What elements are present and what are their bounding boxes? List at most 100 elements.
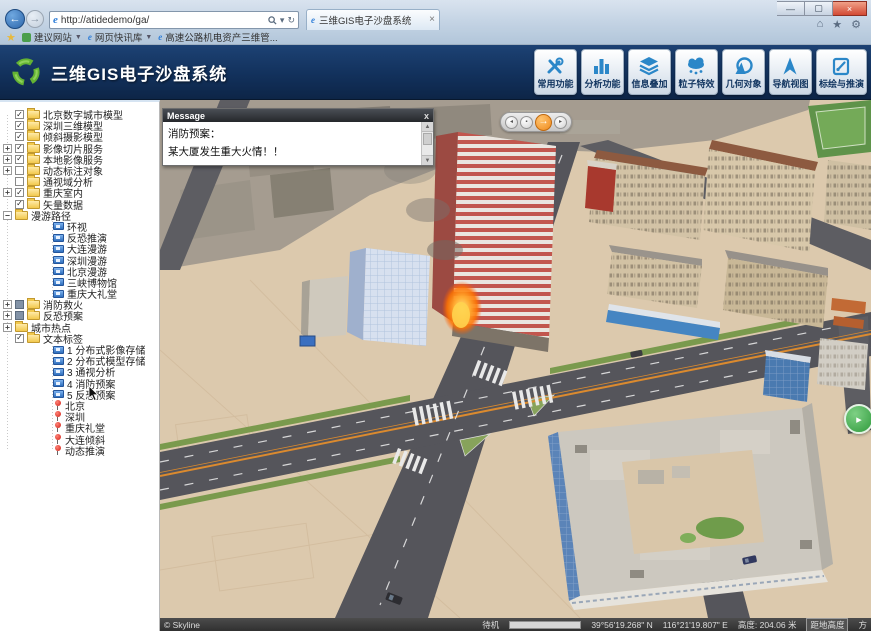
bookmark-icon [22,33,31,42]
altitude-value: 高度: 204.06 米 [738,619,797,631]
layer-checkbox[interactable] [15,155,24,164]
browser-back-button[interactable]: ← [5,9,25,29]
bookmark-icon: e [158,33,162,42]
tree-item[interactable]: 反恐预案 [0,310,159,321]
layer-checkbox[interactable] [15,300,24,309]
favorite-item[interactable]: e 网页快讯库 ▼ [88,30,152,44]
app-header: 三维GIS电子沙盘系统 常用功能 分析功能 [0,45,871,100]
layer-checkbox[interactable] [15,334,24,343]
search-icon[interactable] [268,16,277,25]
layer-type-icon [53,256,64,264]
toolbar-button-analysis[interactable]: 分析功能 [581,49,624,95]
browser-chrome: ← → e http://atidedemo/ga/ ▾ ↻ e 三维GIS电子… [0,0,871,45]
message-popup-titlebar[interactable]: Message x [163,109,433,122]
tree-item[interactable]: 动态推演 [0,445,159,456]
minimize-button[interactable]: — [777,1,805,16]
layer-checkbox[interactable] [15,144,24,153]
layer-type-icon [15,323,28,332]
toolbar-button-geometry[interactable]: 几何对象 [722,49,765,95]
scene-quick-button[interactable]: ▸ [844,404,871,434]
layer-type-icon [27,200,40,209]
close-button[interactable]: × [833,1,867,16]
layer-type-icon [53,245,64,253]
layer-tree: 北京数字城市模型 深圳三维模型 倾斜摄影模型 [0,102,159,456]
layer-checkbox[interactable] [15,132,24,141]
expand-toggle-icon[interactable] [3,155,12,164]
load-progress-bar [509,621,581,629]
scrollbar-thumb[interactable] [423,133,432,145]
layer-type-icon [15,211,28,220]
expand-toggle-icon[interactable] [3,300,12,309]
webslice-icon: e [88,33,92,42]
autocomplete-dropdown-icon[interactable]: ▾ [280,16,285,25]
layer-checkbox[interactable] [15,121,24,130]
white-slab-building [301,276,348,338]
layer-checkbox[interactable] [15,166,24,175]
message-line: 消防预案： [168,126,416,144]
layer-type-icon [53,290,64,298]
maximize-button[interactable]: ▢ [805,1,833,16]
scene-status-bar: © Skyline 待机 39°56'19.268" N 116°21'19.8… [160,618,871,631]
toolbar-label: 信息叠加 [631,77,667,90]
glass-tower [763,350,811,402]
favorite-item[interactable]: e 高速公路机电资产三维管... [158,30,277,44]
message-popup-title: Message [167,111,205,121]
scene-3d-viewport[interactable]: Message x 消防预案： 某大厦发生重大火情！！ ▲ ▼ ◂ ▪ → ▸ … [160,100,871,631]
favorite-label: 建议网站 [34,30,72,44]
refresh-icon[interactable]: ↻ [287,16,295,25]
layer-checkbox[interactable] [15,311,24,320]
browser-forward-button[interactable]: → [26,10,44,28]
layer-checkbox[interactable] [15,177,24,186]
layer-type-icon [53,222,64,230]
particle-cloud-icon [685,56,707,76]
expand-toggle-icon[interactable] [3,211,12,220]
layer-type-icon [53,267,64,275]
expand-toggle-icon[interactable] [3,144,12,153]
layer-checkbox[interactable] [15,110,24,119]
expand-toggle-icon[interactable] [3,311,12,320]
address-bar[interactable]: e http://atidedemo/ga/ ▾ ↻ [49,11,299,29]
play-button[interactable]: → [535,114,552,131]
scene-3d-render [160,100,871,618]
application-window: ← → e http://atidedemo/ga/ ▾ ↻ e 三维GIS电子… [0,0,871,631]
layer-label: 漫游路径 [31,208,71,223]
scroll-up-icon[interactable]: ▲ [422,122,433,132]
favorites-bar: ★ 建议网站 ▼ e 网页快讯库 ▼ e 高速公路机电资产三维管... [0,29,871,45]
page-title: 三维GIS电子沙盘系统 [51,60,227,85]
layer-type-icon [27,177,40,186]
expand-toggle-icon[interactable] [3,188,12,197]
layer-checkbox[interactable] [15,188,24,197]
expand-toggle-icon[interactable] [3,166,12,175]
close-icon[interactable]: x [424,111,429,121]
message-popup-body: 消防预案： 某大厦发生重大火情！！ [163,122,421,165]
dropdown-icon: ▼ [145,34,152,41]
favorites-icon[interactable]: ★ [6,31,16,44]
layer-checkbox[interactable] [15,200,24,209]
ie-icon: e [53,15,58,26]
geometry-icon [732,56,754,76]
message-scrollbar[interactable]: ▲ ▼ [421,122,433,165]
tree-item[interactable]: 矢量数据 [0,199,159,210]
favorite-item[interactable]: 建议网站 ▼ [22,30,82,44]
toolbar-button-particles[interactable]: 粒子特效 [675,49,718,95]
scroll-down-icon[interactable]: ▼ [422,155,433,165]
stop-button[interactable]: ▪ [520,116,533,129]
white-building-right [817,338,868,390]
browser-tab[interactable]: e 三维GIS电子沙盘系统 × [306,9,440,30]
toolbar-label: 标绘与推演 [819,77,864,90]
layer-type-icon [27,311,40,320]
url-text[interactable]: http://atidedemo/ga/ [61,15,265,26]
tab-title: 三维GIS电子沙盘系统 [319,13,425,27]
skip-forward-button[interactable]: ▸ [554,116,567,129]
expand-toggle-icon[interactable] [3,323,12,332]
toolbar-button-navigation[interactable]: 导航视图 [769,49,812,95]
toolbar-button-overlay[interactable]: 信息叠加 [628,49,671,95]
toolbar-button-common[interactable]: 常用功能 [534,49,577,95]
ground-height-toggle[interactable]: 距地高度 [806,618,848,631]
layer-type-icon [27,155,40,164]
skip-back-button[interactable]: ◂ [505,116,518,129]
tab-close-icon[interactable]: × [429,15,435,25]
layer-type-icon [53,278,64,286]
mode-label: 待机 [482,619,499,631]
toolbar-button-plotting[interactable]: 标绘与推演 [816,49,867,95]
